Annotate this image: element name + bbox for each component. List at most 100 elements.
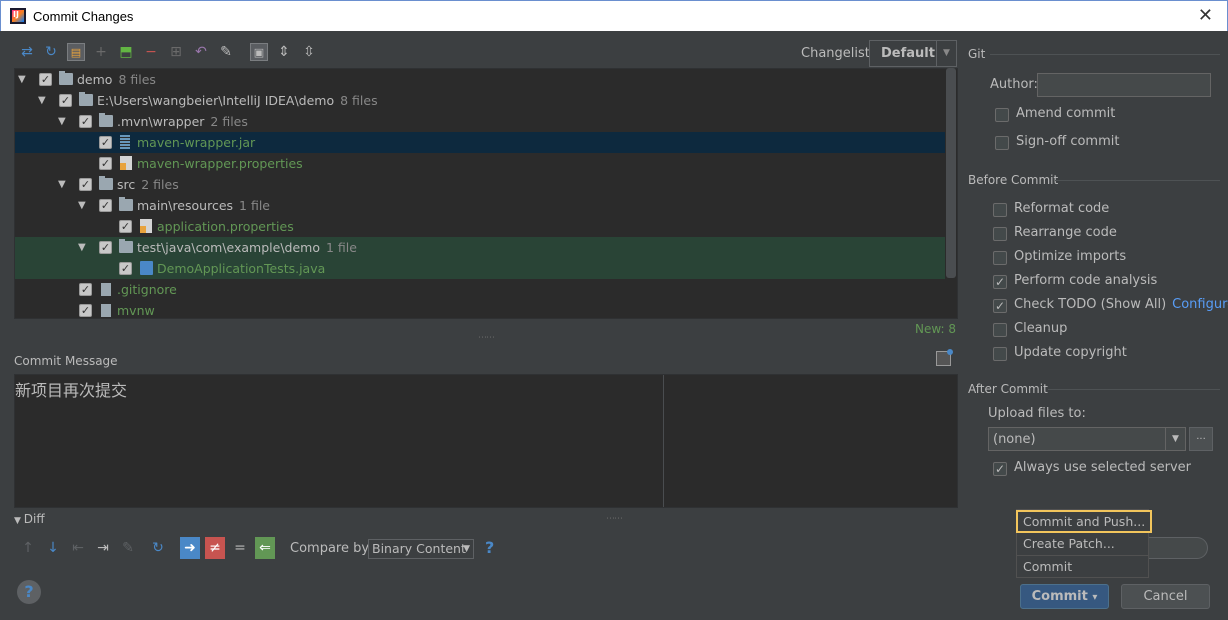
prev-file-icon[interactable]: ⇤ xyxy=(68,537,88,559)
next-diff-icon[interactable]: ↓ xyxy=(43,537,63,559)
tree-row-count: 2 files xyxy=(210,114,248,129)
checkbox[interactable]: ✓ xyxy=(99,136,112,149)
expand-arrow-icon[interactable]: ▼ xyxy=(58,174,66,195)
commit-history-icon[interactable] xyxy=(936,349,953,366)
tree-row[interactable]: ✓ application.properties xyxy=(15,216,945,237)
cleanup-label: Cleanup xyxy=(1014,321,1068,336)
equal-icon[interactable]: = xyxy=(230,537,250,559)
group-by-icon[interactable]: ▤ xyxy=(67,43,85,61)
expand-arrow-icon[interactable]: ▼ xyxy=(38,90,46,111)
compare-icon[interactable]: ⊞ xyxy=(167,43,185,61)
create-patch-menu-item[interactable]: Create Patch... xyxy=(1017,533,1148,556)
commit-button[interactable]: Commit ▾ xyxy=(1020,584,1109,609)
close-icon[interactable]: ✕ xyxy=(1198,5,1213,26)
tree-row[interactable]: ▼ ✓ E:\Users\wangbeier\IntelliJ IDEA\dem… xyxy=(15,90,945,111)
toggle-icon[interactable]: ▣ xyxy=(250,43,268,61)
checkbox[interactable]: ✓ xyxy=(79,304,92,317)
expand-arrow-icon[interactable]: ▼ xyxy=(78,195,86,216)
tree-row[interactable]: ▼ ✓ .mvn\wrapper 2 files xyxy=(15,111,945,132)
expand-arrow-icon[interactable]: ▼ xyxy=(78,237,86,258)
commit-message-text[interactable]: 新项目再次提交 xyxy=(15,377,127,401)
checkbox[interactable]: ✓ xyxy=(993,299,1007,313)
compare-by-select[interactable]: Binary Content ▼ xyxy=(368,539,474,559)
apply-left-icon[interactable]: ⇐ xyxy=(255,537,275,559)
chevron-down-icon[interactable]: ▼ xyxy=(936,41,956,66)
cancel-button[interactable]: Cancel xyxy=(1121,584,1210,609)
folder-icon xyxy=(99,113,113,127)
tree-row-name: maven-wrapper.properties xyxy=(137,156,303,171)
commit-message-editor[interactable]: 新项目再次提交 xyxy=(14,374,958,508)
checkbox[interactable]: ✓ xyxy=(99,241,112,254)
checkbox[interactable] xyxy=(993,251,1007,265)
tree-row[interactable]: ✓ DemoApplicationTests.java xyxy=(15,258,945,279)
remove-icon[interactable]: − xyxy=(142,43,160,61)
tree-row[interactable]: ✓ .gitignore xyxy=(15,279,945,300)
checkbox[interactable]: ✓ xyxy=(79,178,92,191)
checkbox[interactable]: ✓ xyxy=(79,283,92,296)
checkbox[interactable] xyxy=(993,227,1007,241)
checkbox[interactable]: ✓ xyxy=(993,275,1007,289)
checkbox[interactable] xyxy=(993,347,1007,361)
sync-scroll-icon[interactable]: ↻ xyxy=(148,537,168,559)
tree-row[interactable]: ▼ ✓ demo 8 files xyxy=(15,69,945,90)
upload-files-label: Upload files to: xyxy=(988,406,1086,421)
checkbox[interactable]: ✓ xyxy=(79,115,92,128)
edit-icon[interactable]: ✎ xyxy=(217,43,235,61)
commit-and-push-menu-item[interactable]: Commit and Push... xyxy=(1016,510,1152,533)
commit-menu-item[interactable]: Commit xyxy=(1017,556,1148,579)
chevron-down-icon: ▼ xyxy=(463,544,470,554)
edit-source-icon[interactable]: ✎ xyxy=(118,537,138,559)
amend-commit-label: Amend commit xyxy=(1016,106,1116,121)
tree-row-name: E:\Users\wangbeier\IntelliJ IDEA\demo xyxy=(97,93,335,108)
show-diff-icon[interactable]: ⇄ xyxy=(18,43,36,61)
next-file-icon[interactable]: ⇥ xyxy=(93,537,113,559)
tree-row[interactable]: ✓ maven-wrapper.properties xyxy=(15,153,945,174)
checkbox[interactable] xyxy=(995,136,1009,150)
tree-row[interactable]: ✓ maven-wrapper.jar xyxy=(15,132,945,153)
checkbox[interactable]: ✓ xyxy=(119,262,132,275)
tree-row-count: 1 file xyxy=(326,240,357,255)
tree-row[interactable]: ▼ ✓ main\resources 1 file xyxy=(15,195,945,216)
intellij-app-icon xyxy=(10,8,26,24)
diff-help-icon[interactable]: ? xyxy=(485,538,494,557)
checkbox[interactable]: ✓ xyxy=(119,220,132,233)
not-equal-icon[interactable]: ≠ xyxy=(205,537,225,559)
expand-all-icon[interactable]: ⇕ xyxy=(275,43,293,61)
divider xyxy=(1048,389,1220,390)
browse-servers-button[interactable]: ... xyxy=(1189,427,1213,451)
checkbox[interactable]: ✓ xyxy=(99,199,112,212)
checkbox[interactable] xyxy=(993,323,1007,337)
prev-diff-icon[interactable]: ↑ xyxy=(18,537,38,559)
checkbox[interactable]: ✓ xyxy=(993,462,1007,476)
configure-link[interactable]: Configure xyxy=(1172,297,1228,312)
diff-label: Diff xyxy=(23,512,45,526)
splitter-grip-icon[interactable]: ⋯⋯ xyxy=(478,333,495,343)
tree-row[interactable]: ✓ mvnw xyxy=(15,300,945,318)
side-by-side-icon[interactable]: ➜ xyxy=(180,537,200,559)
rollback-icon[interactable]: ↶ xyxy=(192,43,210,61)
tree-scrollbar[interactable] xyxy=(946,68,956,278)
expand-arrow-icon[interactable]: ▼ xyxy=(18,69,26,90)
tree-row[interactable]: ▼ ✓ src 2 files xyxy=(15,174,945,195)
checkbox[interactable]: ✓ xyxy=(99,157,112,170)
checkbox[interactable] xyxy=(995,108,1009,122)
changelist-select[interactable]: Default ▼ xyxy=(869,40,957,67)
collapse-all-icon[interactable]: ⇳ xyxy=(300,43,318,61)
add-icon[interactable]: + xyxy=(92,43,110,61)
changelist-label: Changelist: xyxy=(801,46,875,61)
expand-arrow-icon[interactable]: ▼ xyxy=(58,111,66,132)
checkbox[interactable] xyxy=(993,203,1007,217)
refresh-icon[interactable]: ↻ xyxy=(42,43,60,61)
help-button[interactable]: ? xyxy=(17,580,41,604)
checkbox[interactable]: ✓ xyxy=(59,94,72,107)
progress-field xyxy=(1149,537,1208,559)
upload-server-select[interactable]: (none) ▼ xyxy=(988,427,1186,451)
splitter-grip-icon[interactable]: ⋯⋯ xyxy=(606,514,623,524)
changelist-value: Default xyxy=(881,46,935,61)
tree-row[interactable]: ▼ ✓ test\java\com\example\demo 1 file xyxy=(15,237,945,258)
diff-section-toggle[interactable]: ▼ Diff xyxy=(14,512,45,526)
move-icon[interactable]: ⬒ xyxy=(117,43,135,61)
chevron-down-icon[interactable]: ▼ xyxy=(1165,428,1185,450)
author-input[interactable] xyxy=(1037,73,1211,97)
checkbox[interactable]: ✓ xyxy=(39,73,52,86)
